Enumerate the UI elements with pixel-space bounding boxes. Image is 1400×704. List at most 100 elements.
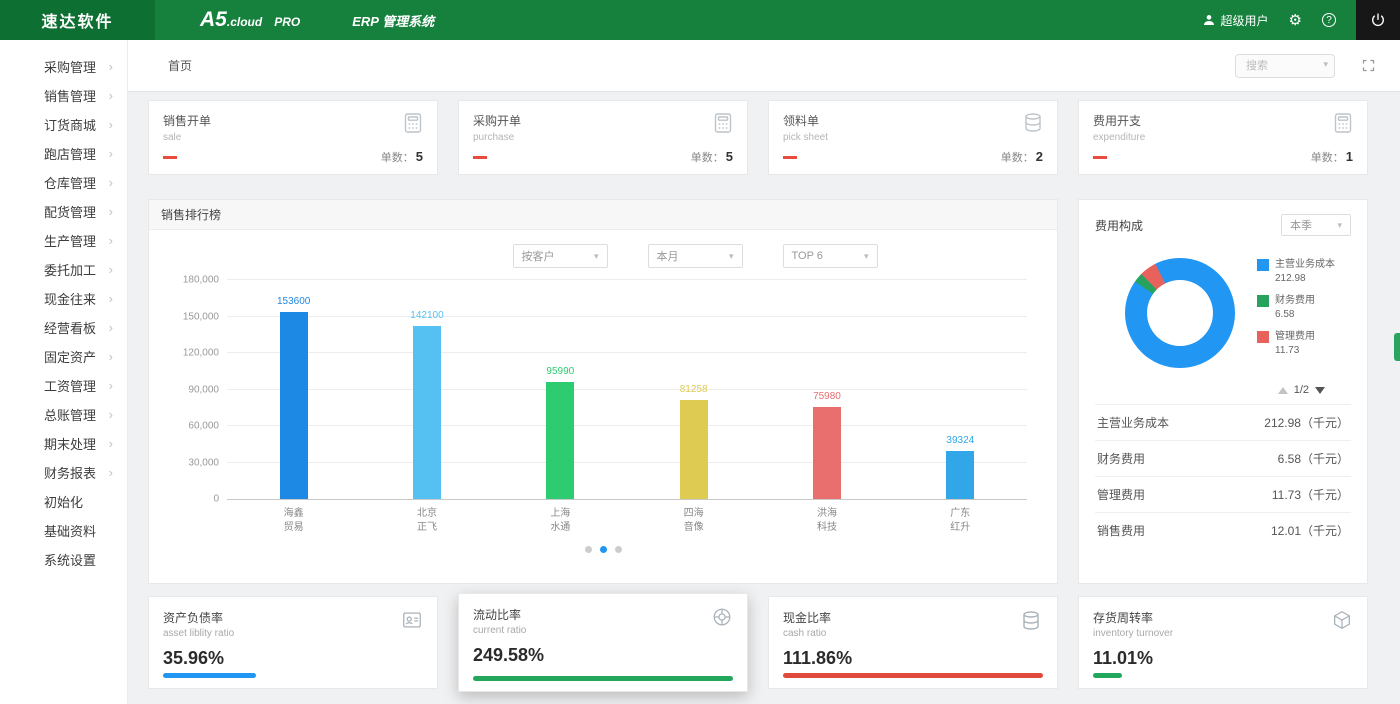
username: 超级用户 bbox=[1221, 12, 1269, 29]
bar-北京正飞[interactable]: 142100 北京 正飞 bbox=[360, 280, 493, 499]
calculator-icon bbox=[1331, 111, 1355, 140]
ratio-card-资产负债率[interactable]: 资产负债率 asset liblity ratio 35.96% bbox=[148, 596, 438, 689]
power-icon bbox=[1370, 12, 1386, 28]
help-icon[interactable]: ? bbox=[1322, 13, 1336, 27]
bar-value-label: 75980 bbox=[760, 391, 893, 402]
logout-power-button[interactable] bbox=[1356, 0, 1400, 40]
settings-gear-icon[interactable]: ⚙ bbox=[1289, 13, 1302, 28]
fullscreen-icon[interactable] bbox=[1361, 58, 1376, 73]
period-select-value: 本季 bbox=[1290, 217, 1312, 233]
chevron-right-icon: › bbox=[109, 263, 113, 276]
ratio-value: 11.01% bbox=[1093, 648, 1353, 669]
stat-card-销售开单[interactable]: 销售开单 sale 单数：5 bbox=[148, 100, 438, 175]
stat-card-count: 单数：2 bbox=[1001, 149, 1043, 165]
pager-up-icon[interactable] bbox=[1278, 387, 1288, 394]
user-menu[interactable]: 超级用户 bbox=[1202, 12, 1269, 29]
sidebar-item-现金往来[interactable]: 现金往来› bbox=[0, 284, 127, 313]
sidebar-item-期末处理[interactable]: 期末处理› bbox=[0, 429, 127, 458]
expense-value: 6.58（千元） bbox=[1278, 450, 1349, 467]
sidebar-item-跑店管理[interactable]: 跑店管理› bbox=[0, 139, 127, 168]
donut-legend: 主营业务成本212.98 财务费用6.58 管理费用11.73 bbox=[1257, 258, 1335, 358]
chart-filter-select-1[interactable]: 按客户▾ bbox=[513, 244, 608, 268]
progress-bar bbox=[783, 673, 1043, 678]
ratio-card-现金比率[interactable]: 现金比率 cash ratio 111.86% bbox=[768, 596, 1058, 689]
ratio-card-subtitle: current ratio bbox=[473, 625, 733, 636]
bar bbox=[546, 382, 574, 499]
sales-ranking-title: 销售排行榜 bbox=[161, 206, 221, 223]
sidebar-item-label: 现金往来 bbox=[44, 289, 96, 308]
chevron-right-icon: › bbox=[109, 205, 113, 218]
sidebar-item-label: 委托加工 bbox=[44, 260, 96, 279]
legend-item-财务费用[interactable]: 财务费用6.58 bbox=[1257, 294, 1335, 322]
ratio-card-流动比率[interactable]: 流动比率 current ratio 249.58% bbox=[458, 593, 748, 692]
sidebar-item-固定资产[interactable]: 固定资产› bbox=[0, 342, 127, 371]
certificate-icon bbox=[401, 609, 423, 636]
search-input[interactable] bbox=[1235, 54, 1335, 78]
stat-card-费用开支[interactable]: 费用开支 expenditure 单数：1 bbox=[1078, 100, 1368, 175]
carousel-dot-2[interactable] bbox=[600, 546, 607, 553]
chart-filter-select-3[interactable]: TOP 6▾ bbox=[783, 244, 878, 268]
carousel-dot-3[interactable] bbox=[615, 546, 622, 553]
sidebar-item-基础资料[interactable]: 基础资料 bbox=[0, 516, 127, 545]
ratio-card-存货周转率[interactable]: 存货周转率 inventory turnover 11.01% bbox=[1078, 596, 1368, 689]
dashboard-content: 销售开单 sale 单数：5 采购开单 purchase 单数：5 领料单 pi… bbox=[128, 92, 1400, 692]
sidebar-item-label: 工资管理 bbox=[44, 376, 96, 395]
bar-洪海科技[interactable]: 75980 洪海 科技 bbox=[760, 280, 893, 499]
sidebar-item-label: 总账管理 bbox=[44, 405, 96, 424]
ratio-card-subtitle: inventory turnover bbox=[1093, 628, 1353, 639]
expense-label: 管理费用 bbox=[1097, 486, 1145, 503]
chevron-right-icon: › bbox=[109, 379, 113, 392]
sidebar-item-配货管理[interactable]: 配货管理› bbox=[0, 197, 127, 226]
period-select[interactable]: 本季 ▾ bbox=[1281, 214, 1351, 236]
sidebar-item-工资管理[interactable]: 工资管理 › bbox=[0, 371, 127, 400]
user-icon bbox=[1202, 13, 1216, 27]
stat-card-count: 单数：1 bbox=[1311, 149, 1353, 165]
bar-category-label: 北京 正飞 bbox=[360, 507, 493, 534]
y-axis-label: 0 bbox=[213, 494, 219, 505]
ratio-value: 111.86% bbox=[783, 648, 1043, 669]
tab-home[interactable]: 首页 bbox=[168, 57, 192, 74]
bar bbox=[280, 312, 308, 499]
sidebar-item-经营看板[interactable]: 经营看板› bbox=[0, 313, 127, 342]
expense-label: 主营业务成本 bbox=[1097, 414, 1169, 431]
pager-down-icon[interactable] bbox=[1315, 387, 1325, 394]
sidebar-item-销售管理[interactable]: 销售管理› bbox=[0, 81, 127, 110]
sidebar-item-初始化[interactable]: 初始化 bbox=[0, 487, 127, 516]
ratio-value: 249.58% bbox=[473, 645, 733, 666]
brand-name: A5 bbox=[200, 8, 227, 32]
sidebar-item-仓库管理[interactable]: 仓库管理› bbox=[0, 168, 127, 197]
stat-card-subtitle: pick sheet bbox=[783, 132, 1043, 143]
sidebar-item-委托加工[interactable]: 委托加工 › bbox=[0, 255, 127, 284]
legend-item-管理费用[interactable]: 管理费用11.73 bbox=[1257, 330, 1335, 358]
sidebar-item-生产管理[interactable]: 生产管理› bbox=[0, 226, 127, 255]
chevron-down-icon[interactable]: ▾ bbox=[1323, 59, 1328, 70]
stat-card-count: 单数：5 bbox=[691, 149, 733, 165]
ratio-card-subtitle: cash ratio bbox=[783, 628, 1043, 639]
side-helper-tab[interactable] bbox=[1394, 333, 1400, 361]
carousel-dot-1[interactable] bbox=[585, 546, 592, 553]
sidebar-item-财务报表[interactable]: 财务报表› bbox=[0, 458, 127, 487]
chevron-right-icon: › bbox=[109, 176, 113, 189]
app-logo: 速达软件 bbox=[0, 0, 155, 40]
stat-card-采购开单[interactable]: 采购开单 purchase 单数：5 bbox=[458, 100, 748, 175]
ratio-card-row: 资产负债率 asset liblity ratio 35.96% 流动比率 cu… bbox=[148, 596, 1368, 692]
bar-category-label: 洪海 科技 bbox=[760, 507, 893, 534]
sidebar-item-采购管理[interactable]: 采购管理› bbox=[0, 52, 127, 81]
sidebar-item-总账管理[interactable]: 总账管理› bbox=[0, 400, 127, 429]
expense-row-管理费用: 管理费用 11.73（千元） bbox=[1095, 476, 1351, 512]
bar-上海水通[interactable]: 95990 上海 水通 bbox=[494, 280, 627, 499]
carousel-dots bbox=[149, 546, 1057, 553]
chart-filter-select-2[interactable]: 本月▾ bbox=[648, 244, 743, 268]
bar-四海音像[interactable]: 81258 四海 音像 bbox=[627, 280, 760, 499]
bar-广东红升[interactable]: 39324 广东 红升 bbox=[894, 280, 1027, 499]
legend-item-主营业务成本[interactable]: 主营业务成本212.98 bbox=[1257, 258, 1335, 286]
sidebar-item-订货商城[interactable]: 订货商城› bbox=[0, 110, 127, 139]
legend-label: 财务费用6.58 bbox=[1275, 294, 1315, 322]
sidebar-item-系统设置[interactable]: 系统设置 bbox=[0, 545, 127, 574]
bar bbox=[946, 451, 974, 499]
chevron-right-icon: › bbox=[109, 466, 113, 479]
bar bbox=[680, 400, 708, 499]
stat-card-领料单[interactable]: 领料单 pick sheet 单数：2 bbox=[768, 100, 1058, 175]
bar-海鑫贸易[interactable]: 153600 海鑫 贸易 bbox=[227, 280, 360, 499]
ratio-card-title: 流动比率 bbox=[473, 606, 733, 623]
